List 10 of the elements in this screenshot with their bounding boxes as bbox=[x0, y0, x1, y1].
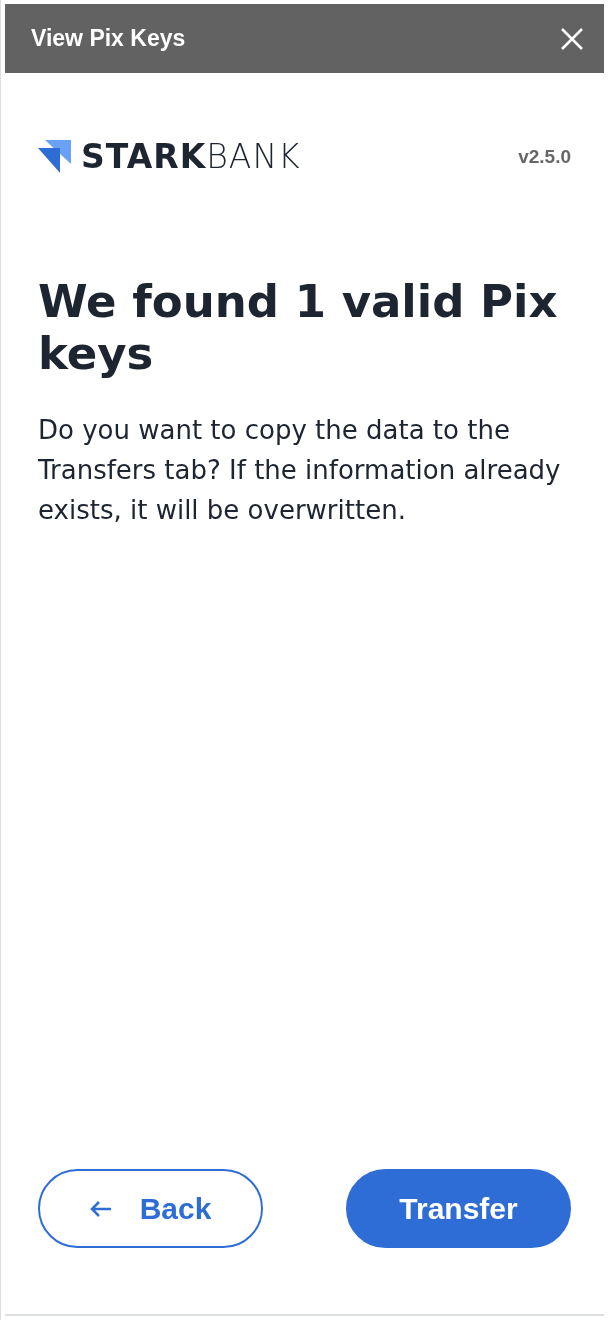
message-text: Do you want to copy the data to the Transfers tab? If the information already exists, it will be overwritten. bbox=[38, 414, 562, 527]
version-label: v2.5.0 bbox=[518, 145, 571, 168]
close-button[interactable] bbox=[560, 26, 584, 51]
heading: We found 1 valid Pix keys bbox=[38, 276, 559, 380]
back-button[interactable]: Back bbox=[38, 1169, 263, 1248]
brand-wordmark: STARKBANK bbox=[81, 137, 301, 176]
dialog-title: View Pix Keys bbox=[31, 25, 186, 52]
logo-icon bbox=[38, 140, 71, 173]
transfer-button[interactable]: Transfer bbox=[346, 1169, 571, 1248]
arrow-left-icon bbox=[89, 1199, 112, 1218]
